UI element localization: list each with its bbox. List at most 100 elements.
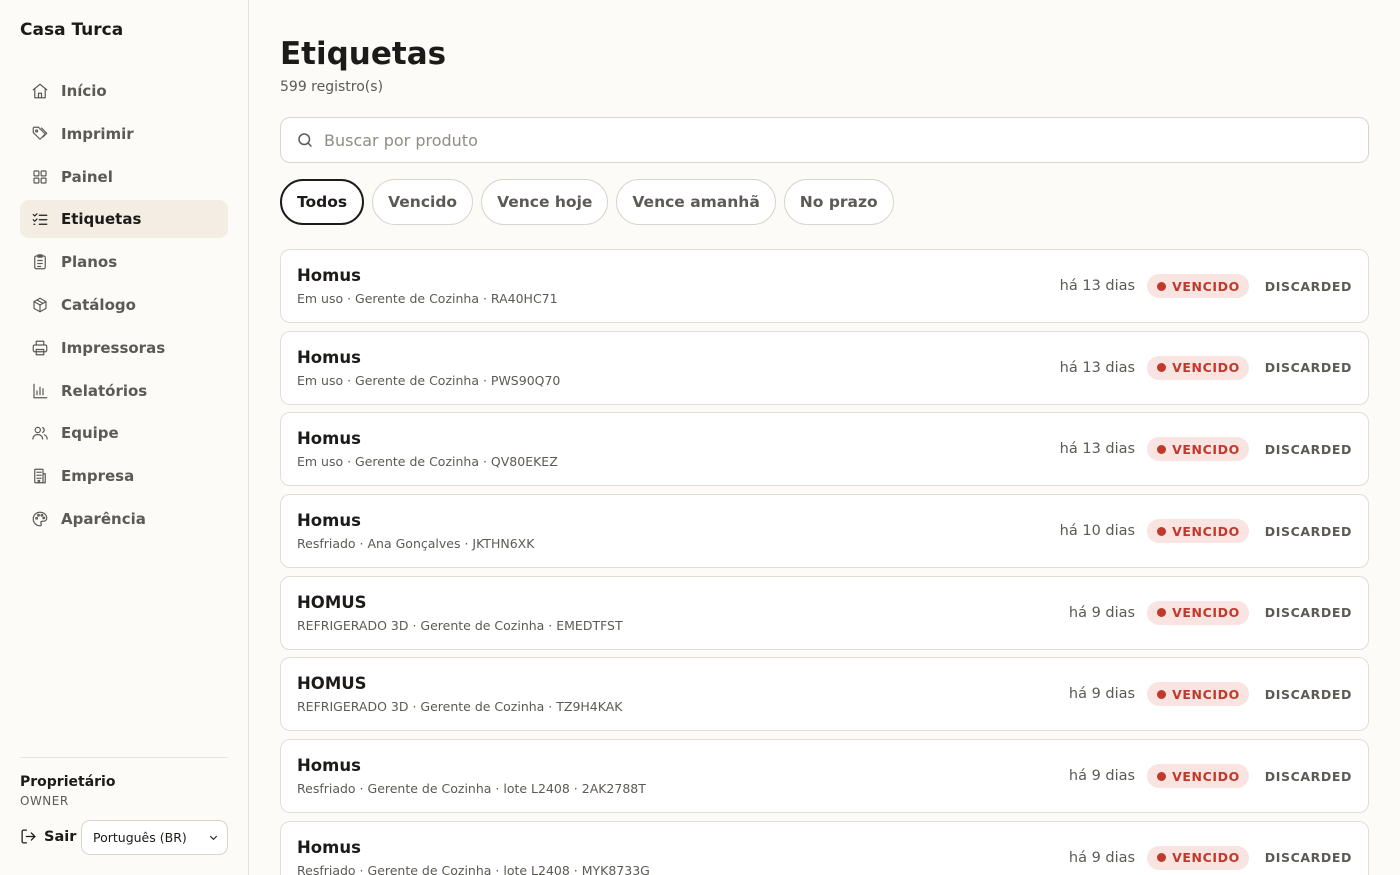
- sidebar-item-label: Aparência: [61, 509, 146, 528]
- logout-button[interactable]: Sair: [20, 828, 76, 845]
- status-dot-icon: [1157, 444, 1167, 454]
- sidebar-item-aparencia[interactable]: Aparência: [20, 500, 228, 538]
- filter-todos[interactable]: Todos: [280, 179, 365, 225]
- status-dot-icon: [1157, 526, 1167, 536]
- item-status: DISCARDED: [1264, 605, 1352, 621]
- item-meta: há 13 dias VENCIDO DISCARDED: [1060, 355, 1352, 380]
- item-title: Homus: [297, 266, 361, 285]
- item-title: Homus: [297, 837, 361, 857]
- status-badge-label: VENCIDO: [1172, 523, 1240, 539]
- status-badge-label: VENCIDO: [1172, 605, 1240, 621]
- item-status: DISCARDED: [1264, 768, 1352, 784]
- item-meta: há 9 dias VENCIDO DISCARDED: [1068, 600, 1352, 625]
- status-dot-icon: [1157, 281, 1167, 291]
- sidebar-item-label: Relatórios: [61, 381, 148, 400]
- clipboard-icon: [31, 253, 49, 271]
- sidebar-item-label: Início: [61, 82, 107, 100]
- status-badge: VENCIDO: [1147, 274, 1249, 298]
- item-meta: há 13 dias VENCIDO DISCARDED: [1059, 437, 1352, 462]
- sidebar: Casa Turca Início Imprimir Painel Etique…: [0, 0, 249, 875]
- sidebar-item-label: Impressoras: [61, 338, 166, 357]
- status-badge: VENCIDO: [1147, 764, 1249, 789]
- search-input[interactable]: [324, 130, 1324, 150]
- item-meta: há 9 dias VENCIDO DISCARDED: [1068, 682, 1352, 707]
- filter-no-prazo[interactable]: No prazo: [783, 179, 894, 225]
- sidebar-item-inicio[interactable]: Início: [20, 72, 228, 110]
- sidebar-item-planos[interactable]: Planos: [20, 243, 228, 281]
- item-title: Homus: [297, 347, 361, 367]
- filter-vence-hoje[interactable]: Vence hoje: [481, 179, 609, 225]
- status-badge-label: VENCIDO: [1172, 278, 1240, 294]
- item-title: Homus: [297, 429, 361, 449]
- sidebar-item-label: Empresa: [61, 467, 135, 486]
- item-subtitle: Resfriado · Ana Gonçalves · JKTHN6XK: [297, 536, 535, 552]
- label-list: Homus Em uso · Gerente de Cozinha · RA40…: [280, 249, 1369, 875]
- list-item[interactable]: Homus Em uso · Gerente de Cozinha · RA40…: [280, 249, 1369, 323]
- status-badge-label: VENCIDO: [1172, 360, 1240, 376]
- sidebar-item-etiquetas[interactable]: Etiquetas: [20, 200, 228, 239]
- item-time: há 9 dias: [1068, 768, 1136, 785]
- sidebar-nav: Início Imprimir Painel Etiquetas Planos …: [20, 72, 228, 543]
- filter-vencido[interactable]: Vencido: [372, 179, 474, 225]
- palette-icon: [31, 510, 49, 528]
- sidebar-divider: [20, 757, 228, 758]
- item-subtitle: REFRIGERADO 3D · Gerente de Cozinha · TZ…: [297, 699, 623, 715]
- item-meta: há 13 dias VENCIDO DISCARDED: [1060, 274, 1352, 298]
- sidebar-item-imprimir[interactable]: Imprimir: [20, 115, 228, 153]
- users-icon: [31, 424, 49, 442]
- sidebar-item-catalogo[interactable]: Catálogo: [20, 286, 228, 324]
- item-status: DISCARDED: [1264, 686, 1352, 702]
- item-subtitle: Em uso · Gerente de Cozinha · PWS90Q70: [297, 372, 561, 388]
- item-subtitle: Em uso · Gerente de Cozinha · RA40HC71: [297, 291, 558, 306]
- item-time: há 13 dias: [1059, 441, 1136, 458]
- chevron-down-icon: [209, 835, 218, 841]
- search-icon: [298, 133, 312, 147]
- sidebar-item-impressoras[interactable]: Impressoras: [20, 329, 228, 367]
- item-meta: há 9 dias VENCIDO DISCARDED: [1068, 764, 1352, 789]
- list-item[interactable]: Homus Resfriado · Ana Gonçalves · JKTHN6…: [280, 494, 1369, 569]
- logout-icon: [21, 829, 36, 844]
- status-badge-label: VENCIDO: [1172, 686, 1240, 702]
- item-status: DISCARDED: [1264, 850, 1352, 866]
- item-meta: há 10 dias VENCIDO DISCARDED: [1060, 519, 1352, 544]
- status-badge-label: VENCIDO: [1172, 768, 1240, 784]
- item-subtitle: Resfriado · Gerente de Cozinha · lote L2…: [297, 862, 650, 875]
- sidebar-item-label: Catálogo: [61, 295, 136, 314]
- list-checks-icon: [31, 210, 49, 228]
- user-role: OWNER: [20, 794, 69, 808]
- item-status: DISCARDED: [1264, 523, 1352, 539]
- status-badge: VENCIDO: [1147, 845, 1249, 870]
- item-status: DISCARDED: [1264, 278, 1352, 294]
- sidebar-item-relatorios[interactable]: Relatórios: [20, 372, 228, 410]
- status-badge: VENCIDO: [1147, 682, 1249, 707]
- status-badge: VENCIDO: [1147, 437, 1249, 462]
- sidebar-item-painel[interactable]: Painel: [20, 158, 228, 196]
- item-time: há 9 dias: [1068, 604, 1136, 621]
- list-item[interactable]: Homus Resfriado · Gerente de Cozinha · l…: [280, 739, 1369, 814]
- package-icon: [31, 296, 49, 314]
- sidebar-item-label: Etiquetas: [61, 210, 142, 229]
- list-item[interactable]: Homus Em uso · Gerente de Cozinha · PWS9…: [280, 330, 1369, 405]
- item-subtitle: REFRIGERADO 3D · Gerente de Cozinha · EM…: [297, 617, 623, 633]
- filter-chips: Todos Vencido Vence hoje Vence amanhã No…: [280, 179, 894, 225]
- language-selected: Português (BR): [93, 830, 187, 845]
- item-status: DISCARDED: [1264, 360, 1352, 376]
- list-item[interactable]: Homus Em uso · Gerente de Cozinha · QV80…: [280, 412, 1369, 487]
- item-meta: há 9 dias VENCIDO DISCARDED: [1069, 845, 1352, 870]
- list-item[interactable]: HOMUS REFRIGERADO 3D · Gerente de Cozinh…: [280, 575, 1369, 650]
- sidebar-item-equipe[interactable]: Equipe: [20, 414, 228, 452]
- list-item[interactable]: HOMUS REFRIGERADO 3D · Gerente de Cozinh…: [280, 657, 1369, 732]
- building-icon: [31, 467, 49, 485]
- list-item[interactable]: Homus Resfriado · Gerente de Cozinha · l…: [280, 820, 1369, 875]
- status-dot-icon: [1157, 689, 1167, 699]
- item-time: há 9 dias: [1068, 686, 1136, 703]
- bar-chart-icon: [31, 382, 49, 400]
- language-select[interactable]: Português (BR): [81, 820, 228, 855]
- filter-vence-amanha[interactable]: Vence amanhã: [616, 179, 776, 225]
- search-box[interactable]: [280, 117, 1369, 163]
- sidebar-item-empresa[interactable]: Empresa: [20, 457, 228, 495]
- item-subtitle: Resfriado · Gerente de Cozinha · lote L2…: [297, 781, 646, 797]
- item-title: Homus: [297, 511, 361, 531]
- printer-icon: [31, 339, 49, 357]
- status-badge: VENCIDO: [1147, 519, 1249, 544]
